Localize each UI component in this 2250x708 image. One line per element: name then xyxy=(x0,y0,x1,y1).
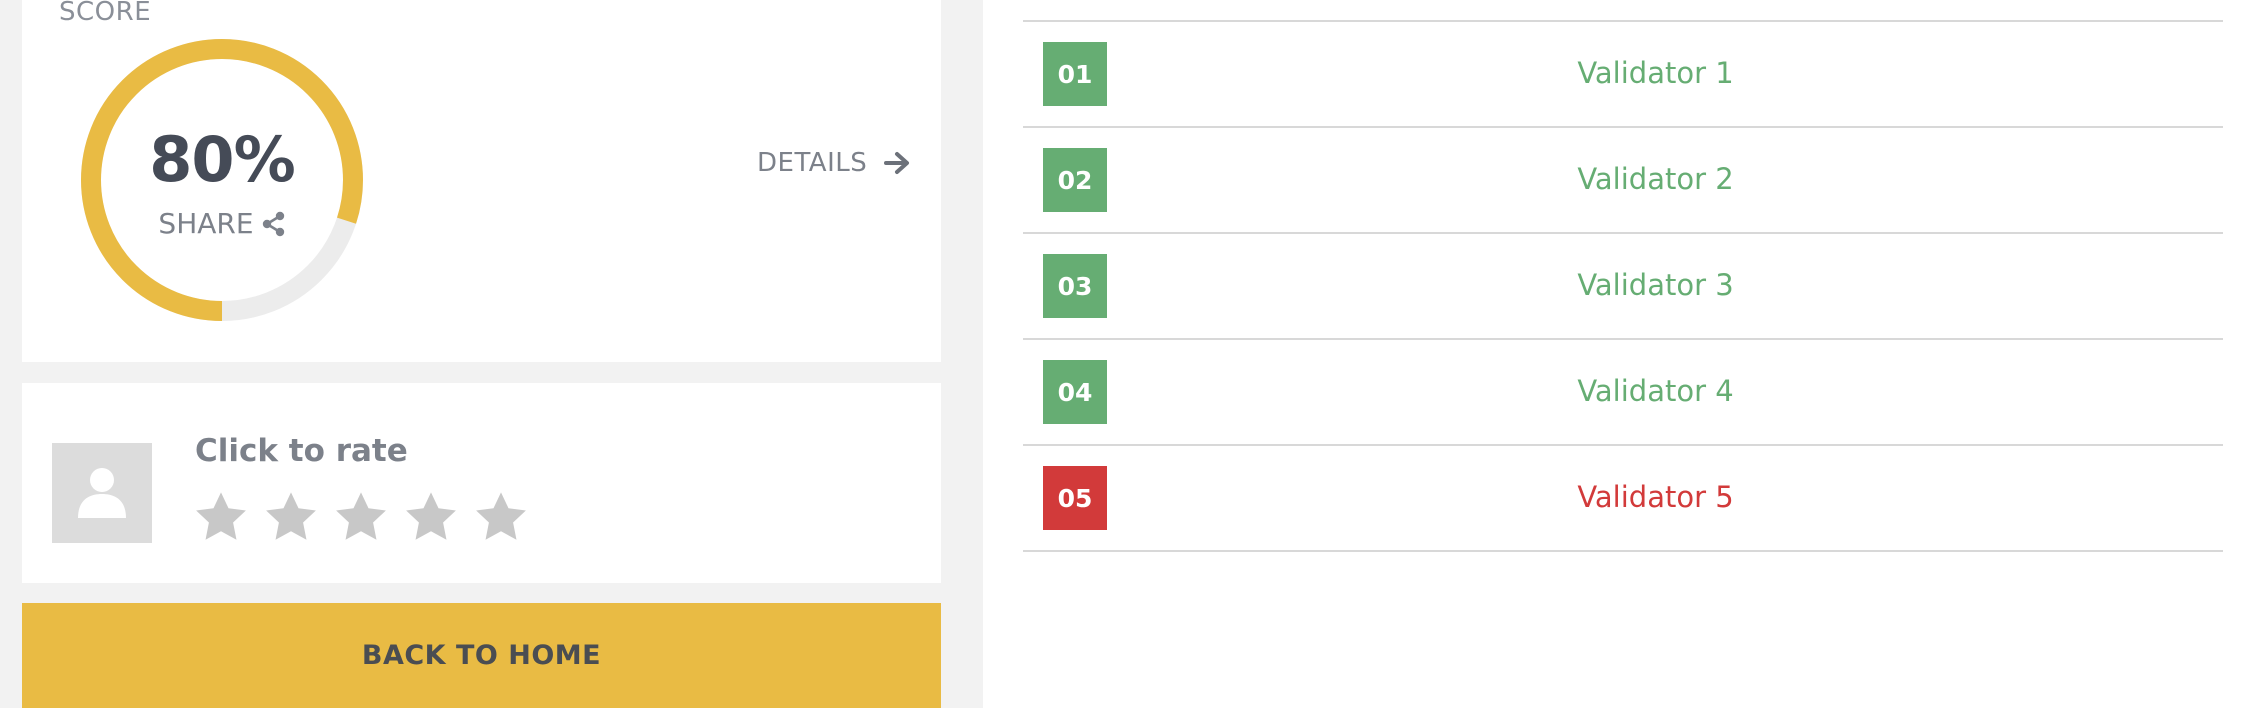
validator-name: Validator 5 xyxy=(1577,480,1734,514)
left-column: SCORE 80% SHARE DETAILS Click to rate BA… xyxy=(0,0,983,708)
validator-row[interactable]: 01 Validator 1 xyxy=(1023,22,2223,128)
back-to-home-button[interactable]: BACK TO HOME xyxy=(22,603,941,708)
rate-label: Click to rate xyxy=(195,433,408,469)
details-link[interactable]: DETAILS xyxy=(757,148,911,178)
star-icon[interactable] xyxy=(402,488,460,546)
validator-row[interactable]: 04 Validator 4 xyxy=(1023,340,2223,446)
details-label: DETAILS xyxy=(757,148,868,178)
validators-panel: 01 Validator 1 02 Validator 2 03 Validator 30… xyxy=(983,0,2250,708)
rating-card: Click to rate xyxy=(22,383,941,583)
validator-name: Validator 1 xyxy=(1577,56,1734,90)
validator-row[interactable]: 03 Validator 3 xyxy=(1023,234,2223,340)
star-icon[interactable] xyxy=(332,488,390,546)
validator-row[interactable]: 02 Validator 2 xyxy=(1023,128,2223,234)
avatar xyxy=(52,443,152,543)
user-icon xyxy=(78,468,126,518)
arrow-right-icon xyxy=(884,152,910,174)
score-card: SCORE 80% SHARE DETAILS xyxy=(22,0,941,362)
share-icon xyxy=(262,211,284,236)
score-gauge: 80% SHARE xyxy=(77,35,367,325)
validator-row[interactable]: 05 Validator 5 xyxy=(1023,446,2223,552)
star-icon[interactable] xyxy=(192,488,250,546)
validator-name: Validator 2 xyxy=(1577,162,1734,196)
star-rating[interactable] xyxy=(192,488,530,546)
score-value: 80% xyxy=(149,123,295,196)
back-to-home-label: BACK TO HOME xyxy=(361,640,602,671)
share-label: SHARE xyxy=(158,207,254,240)
share-row: SHARE xyxy=(77,207,367,240)
star-icon[interactable] xyxy=(262,488,320,546)
validator-name: Validator 3 xyxy=(1577,268,1734,302)
validator-name: Validator 4 xyxy=(1577,374,1734,408)
score-label: SCORE xyxy=(59,0,152,27)
star-icon[interactable] xyxy=(472,488,530,546)
share-button[interactable]: SHARE xyxy=(158,207,285,240)
validator-list: 01 Validator 1 02 Validator 2 03 Validator 30… xyxy=(1023,20,2223,552)
